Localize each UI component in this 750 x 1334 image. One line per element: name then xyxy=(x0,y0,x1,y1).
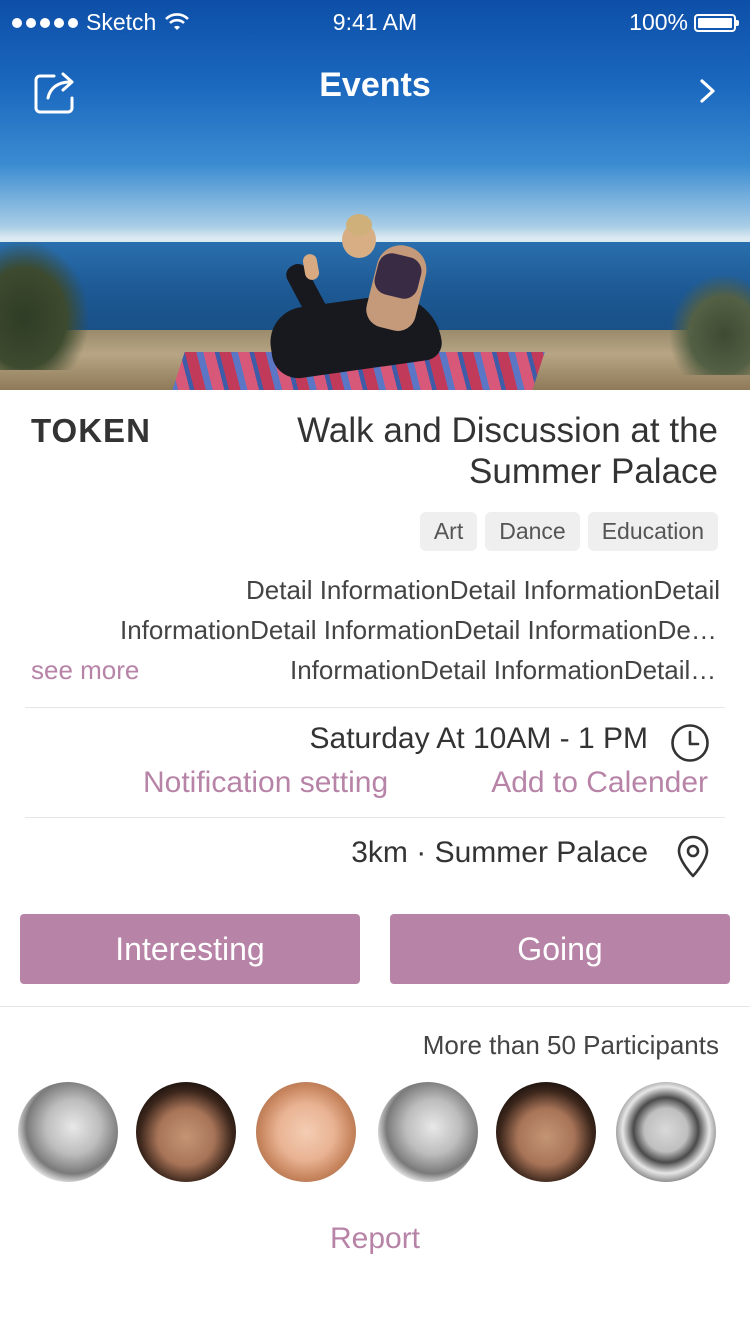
divider xyxy=(0,1006,750,1007)
detail-line: InformationDetail InformationDetail Inf.… xyxy=(290,655,720,685)
notification-setting-link[interactable]: Notification setting xyxy=(143,766,388,800)
tag-list: Art Dance Education xyxy=(419,512,718,551)
detail-line: InformationDetail InformationDetail Info… xyxy=(120,615,720,645)
going-button[interactable]: Going xyxy=(390,914,730,984)
tag-art[interactable]: Art xyxy=(419,512,478,551)
event-title: Walk and Discussion at the Summer Palace xyxy=(297,411,718,491)
avatar[interactable] xyxy=(378,1082,478,1182)
avatar[interactable] xyxy=(496,1082,596,1182)
hero-image xyxy=(0,0,750,390)
battery-icon xyxy=(694,13,739,32)
status-bar: Sketch 9:41 AM 100% xyxy=(0,0,750,40)
add-to-calendar-link[interactable]: Add to Calender xyxy=(491,766,708,800)
tag-dance[interactable]: Dance xyxy=(485,512,580,551)
event-time: Saturday At 10AM - 1 PM xyxy=(309,722,648,755)
detail-line: Detail InformationDetail InformationDeta… xyxy=(246,575,720,605)
event-detail: Detail InformationDetail InformationDeta… xyxy=(120,570,720,690)
avatar[interactable] xyxy=(136,1082,236,1182)
clock-icon xyxy=(671,724,709,762)
location-pin-icon xyxy=(677,835,709,878)
battery-percent: 100% xyxy=(629,9,688,35)
interesting-button[interactable]: Interesting xyxy=(20,914,360,984)
see-more-link[interactable]: see more xyxy=(31,650,139,690)
organizer-name: TOKEN xyxy=(31,412,151,449)
participants-count: More than 50 Participants xyxy=(422,1030,719,1060)
chevron-right-icon[interactable] xyxy=(696,76,720,106)
avatar[interactable] xyxy=(18,1082,118,1182)
report-link[interactable]: Report xyxy=(0,1222,750,1256)
divider xyxy=(25,707,725,708)
divider xyxy=(25,817,725,818)
avatar[interactable] xyxy=(616,1082,716,1182)
participant-avatars xyxy=(18,1082,732,1182)
page-title: Events xyxy=(319,66,431,104)
tag-education[interactable]: Education xyxy=(587,512,718,551)
event-location: 3km · Summer Palace xyxy=(351,836,648,869)
avatar[interactable] xyxy=(256,1082,356,1182)
